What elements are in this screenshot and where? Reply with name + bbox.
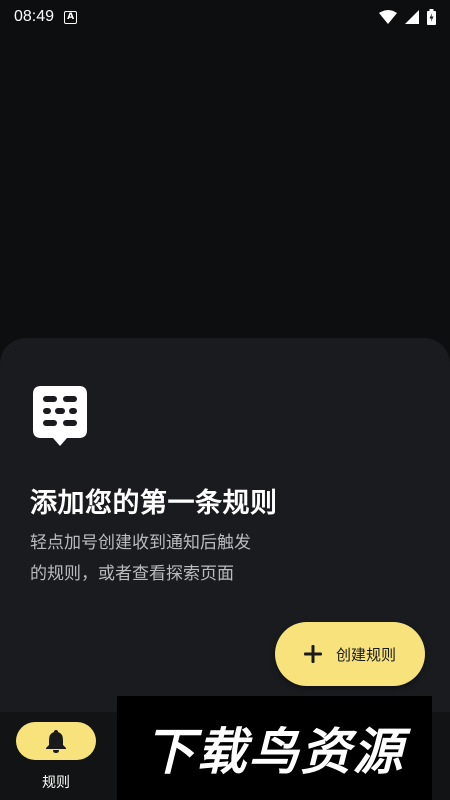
notification-badge-icon: A <box>64 10 78 24</box>
empty-state-description-line2: 的规则，或者查看探索页面 <box>30 564 234 584</box>
nav-active-pill <box>16 722 96 760</box>
plus-icon <box>303 645 322 663</box>
rule-keypad-icon <box>33 386 87 446</box>
status-right <box>379 9 436 25</box>
nav-item-rules[interactable]: 规则 <box>14 722 98 796</box>
battery-icon <box>427 9 436 25</box>
watermark-text: 下载鸟资源 <box>144 723 405 781</box>
empty-state-description: 轻点加号创建收到通知后触发 的规则，或者查看探索页面 <box>30 528 300 590</box>
nav-item-label: 规则 <box>42 775 70 791</box>
status-left: 08:49 A <box>14 8 78 26</box>
empty-state-title: 添加您的第一条规则 <box>30 488 278 519</box>
create-rule-button[interactable]: 创建规则 <box>275 622 425 686</box>
watermark-overlay: 下载鸟资源 <box>117 696 432 800</box>
wifi-icon <box>379 10 397 24</box>
empty-state-description-line1: 轻点加号创建收到通知后触发 <box>30 533 251 553</box>
bell-icon <box>46 730 66 753</box>
status-time: 08:49 <box>14 8 55 25</box>
signal-icon <box>405 10 419 24</box>
status-bar: 08:49 A <box>0 0 450 34</box>
empty-state-sheet: 添加您的第一条规则 轻点加号创建收到通知后触发 的规则，或者查看探索页面 创建规… <box>0 338 450 718</box>
create-rule-label: 创建规则 <box>335 645 396 664</box>
